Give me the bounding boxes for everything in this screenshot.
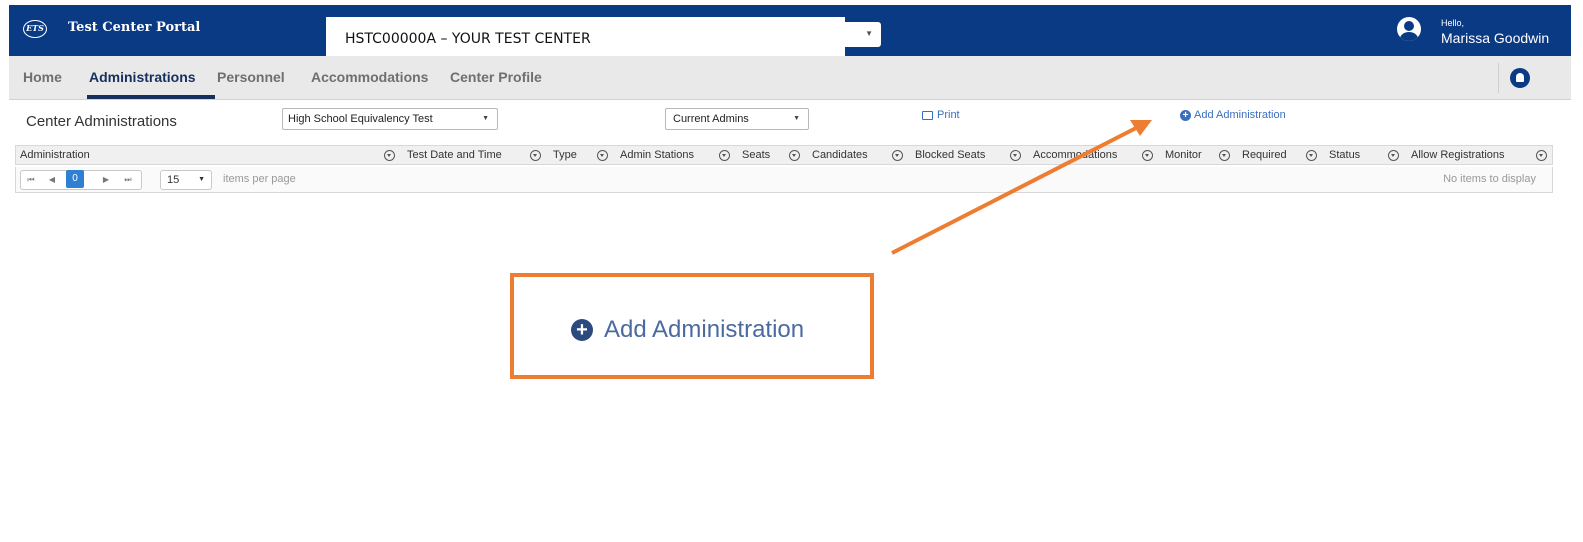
filter-icon[interactable] (1219, 150, 1230, 161)
nav-personnel[interactable]: Personnel (217, 69, 285, 85)
callout-add-administration: Add Administration (604, 316, 805, 343)
filter-icon[interactable] (1536, 150, 1547, 161)
user-name[interactable]: Marissa Goodwin (1441, 30, 1549, 46)
bell-icon (1510, 68, 1530, 88)
col-allow-registrations[interactable]: Allow Registrations (1411, 149, 1505, 161)
col-administration[interactable]: Administration (20, 149, 90, 161)
next-page-icon[interactable]: ▶ (97, 171, 115, 189)
test-type-value: High School Equivalency Test (288, 113, 433, 125)
col-admin-stations[interactable]: Admin Stations (620, 149, 694, 161)
filter-icon[interactable] (892, 150, 903, 161)
admin-scope-value: Current Admins (673, 113, 749, 125)
page-size-select[interactable]: 15 ▼ (160, 170, 212, 190)
empty-message: No items to display (1443, 173, 1536, 185)
chevron-down-icon: ▼ (482, 115, 489, 122)
main-nav: Home Administrations Personnel Accommoda… (9, 56, 1571, 100)
previous-page-icon[interactable]: ◀ (43, 171, 61, 189)
user-avatar-icon[interactable] (1397, 17, 1421, 41)
chevron-down-icon: ▼ (793, 115, 800, 122)
print-link[interactable]: Print (937, 109, 960, 121)
col-status[interactable]: Status (1329, 149, 1360, 161)
col-required[interactable]: Required (1242, 149, 1287, 161)
active-tab-indicator (87, 95, 215, 99)
col-blocked-seats[interactable]: Blocked Seats (915, 149, 985, 161)
nav-center-profile[interactable]: Center Profile (450, 69, 542, 85)
grid-pager: ⏮ ◀ ▶ ⏭ 0 15 ▼ items per page No items t… (15, 167, 1553, 193)
col-monitor[interactable]: Monitor (1165, 149, 1202, 161)
nav-home[interactable]: Home (23, 69, 62, 85)
filter-icon[interactable] (384, 150, 395, 161)
filter-icon[interactable] (1306, 150, 1317, 161)
col-test-date-time[interactable]: Test Date and Time (407, 149, 502, 161)
section-title: Center Administrations (26, 113, 177, 130)
filter-icon[interactable] (1142, 150, 1153, 161)
filter-icon[interactable] (597, 150, 608, 161)
filter-icon[interactable] (1388, 150, 1399, 161)
chevron-down-icon: ▼ (865, 29, 873, 38)
ets-logo: ETS (23, 20, 47, 38)
col-candidates[interactable]: Candidates (812, 149, 868, 161)
notifications-button[interactable] (1498, 63, 1542, 93)
grid-header: Administration Test Date and Time Type A… (15, 145, 1553, 165)
plus-circle-icon: + (571, 319, 593, 341)
col-accommodations[interactable]: Accommodations (1033, 149, 1117, 161)
admin-scope-dropdown[interactable]: Current Admins ▼ (665, 108, 809, 130)
nav-accommodations[interactable]: Accommodations (311, 69, 428, 85)
filter-icon[interactable] (789, 150, 800, 161)
chevron-down-icon: ▼ (198, 176, 205, 183)
page-size-label: items per page (223, 173, 296, 185)
filter-icon[interactable] (1010, 150, 1021, 161)
portal-title: Test Center Portal (68, 20, 201, 35)
add-administration-link[interactable]: Add Administration (1194, 109, 1286, 121)
filter-icon[interactable] (719, 150, 730, 161)
col-seats[interactable]: Seats (742, 149, 770, 161)
divider (1498, 63, 1499, 93)
page-size-value: 15 (167, 174, 180, 186)
current-page-button[interactable]: 0 (66, 170, 84, 188)
nav-administrations[interactable]: Administrations (89, 69, 196, 85)
col-type[interactable]: Type (553, 149, 577, 161)
test-center-portal-page: ETS Test Center Portal ▼ Hello, Marissa … (0, 0, 1583, 542)
first-page-icon[interactable]: ⏮ (22, 171, 40, 189)
plus-circle-icon: + (1180, 110, 1191, 121)
filter-icon[interactable] (530, 150, 541, 161)
printer-icon (922, 111, 933, 120)
test-type-dropdown[interactable]: High School Equivalency Test ▼ (282, 108, 498, 130)
last-page-icon[interactable]: ⏭ (119, 171, 137, 189)
greeting-text: Hello, (1441, 18, 1465, 28)
